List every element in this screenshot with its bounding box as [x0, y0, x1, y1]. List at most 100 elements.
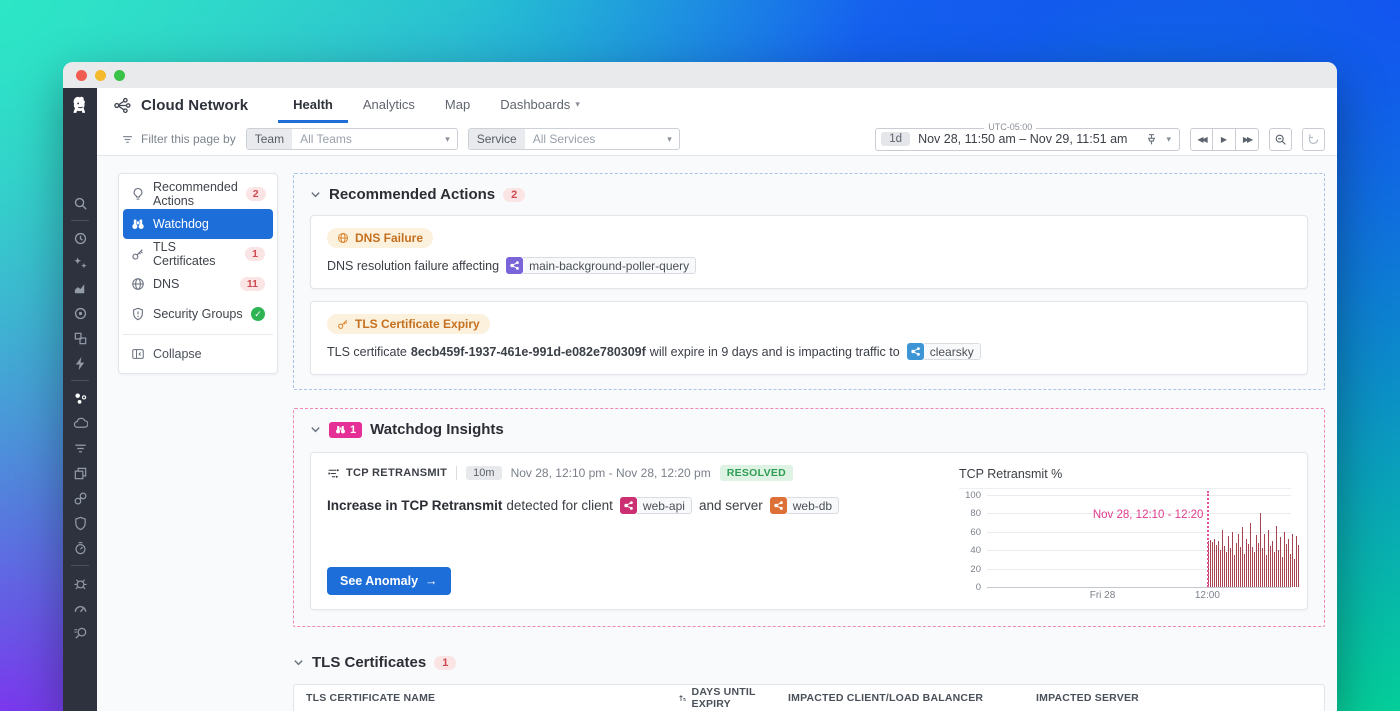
bug-errors-icon[interactable] [72, 575, 88, 591]
nav-item-security-groups[interactable]: Security Groups ✓ [123, 299, 273, 329]
recommended-action-card-tls[interactable]: TLS Certificate Expiry TLS certificate 8… [310, 301, 1308, 375]
tls-certificates-table: TLS CERTIFICATE NAME DAYS UNTIL EXPIRY I… [293, 684, 1325, 711]
nav-item-label: Security Groups [153, 307, 243, 321]
divider [456, 466, 457, 480]
network-icon[interactable] [72, 390, 88, 406]
search-icon[interactable] [72, 195, 88, 211]
service-chip[interactable]: main-background-poller-query [506, 257, 696, 274]
bar [1270, 546, 1271, 587]
bar [1260, 513, 1261, 587]
sections-column: Recommended Actions 2 DNS Failure DNS re… [293, 173, 1325, 711]
cloud-icon[interactable] [72, 415, 88, 431]
bar [1288, 539, 1289, 587]
metrics-icon[interactable] [72, 280, 88, 296]
arrow-right-icon: → [425, 574, 438, 588]
chart-plot-wrap: 020406080100 Nov 28, 12:10 - 12:20 [959, 495, 1291, 587]
tcp-retransmit-chart[interactable]: TCP Retransmit % 020406080100 Nov 28, 12… [959, 465, 1291, 595]
bar [1258, 543, 1259, 587]
chevron-down-icon[interactable] [310, 424, 321, 435]
y-tick-label: 80 [970, 508, 981, 519]
sparkles-icon[interactable] [72, 255, 88, 271]
zoom-out-button[interactable] [1269, 128, 1292, 151]
column-header-client-lb[interactable]: IMPACTED CLIENT/LOAD BALANCER [776, 692, 1024, 704]
global-sidebar [63, 88, 97, 711]
rail-divider [71, 220, 89, 221]
server-service-chip[interactable]: web-db [770, 497, 839, 514]
status-ok-icon: ✓ [251, 307, 265, 321]
column-header-expiry[interactable]: DAYS UNTIL EXPIRY [666, 686, 776, 710]
chart-bars [1208, 495, 1288, 587]
nav-item-tls-certificates[interactable]: TLS Certificates 1 [123, 239, 273, 269]
time-shift-controls: ◀◀ ▶ ▶▶ [1190, 128, 1259, 151]
datadog-logo-icon[interactable] [69, 95, 91, 117]
globe-icon [337, 232, 349, 244]
section-header[interactable]: Recommended Actions 2 [310, 186, 1308, 203]
count-badge: 1 [245, 247, 265, 261]
apm-icon[interactable] [72, 305, 88, 321]
time-range-picker[interactable]: UTC-05:00 1d Nov 28, 11:50 am – Nov 29, … [875, 128, 1180, 151]
maximize-window-button[interactable] [114, 70, 125, 81]
performance-gauge-icon[interactable] [72, 600, 88, 616]
bar [1254, 552, 1255, 587]
history-icon[interactable] [72, 230, 88, 246]
service-chip-label: clearsky [924, 343, 981, 360]
y-tick-label: 20 [970, 564, 981, 575]
client-service-chip[interactable]: web-api [620, 497, 692, 514]
column-header-name[interactable]: TLS CERTIFICATE NAME [294, 692, 666, 704]
collapse-nav-button[interactable]: Collapse [123, 339, 273, 369]
watchdog-insight-card[interactable]: TCP RETRANSMIT 10m Nov 28, 12:10 pm - No… [310, 452, 1308, 610]
connections-icon[interactable] [72, 490, 88, 506]
service-chip-label: web-api [637, 497, 692, 514]
chevron-down-icon: ▾ [445, 134, 450, 145]
service-chip[interactable]: clearsky [907, 343, 981, 360]
bar [1272, 541, 1273, 587]
pin-icon[interactable] [1145, 133, 1158, 146]
tab-dashboards[interactable]: Dashboards▾ [485, 88, 595, 123]
section-header[interactable]: 1 Watchdog Insights [310, 421, 1308, 438]
nav-item-watchdog[interactable]: Watchdog [123, 209, 273, 239]
bar [1218, 541, 1219, 587]
time-forward-button[interactable]: ▶▶ [1236, 128, 1259, 151]
see-anomaly-button[interactable]: See Anomaly → [327, 567, 451, 595]
processes-icon[interactable] [72, 465, 88, 481]
bar [1248, 544, 1249, 587]
log-pipelines-icon[interactable] [72, 440, 88, 456]
chevron-down-icon[interactable]: ▾ [1166, 134, 1171, 145]
rail-divider [71, 380, 89, 381]
top-navigation: Cloud Network Health Analytics Map Dashb… [97, 88, 1337, 123]
column-header-server[interactable]: IMPACTED SERVER [1024, 692, 1288, 704]
tab-health[interactable]: Health [278, 88, 348, 123]
nav-item-dns[interactable]: DNS 11 [123, 269, 273, 299]
bar [1240, 547, 1241, 587]
bar [1268, 530, 1269, 587]
close-window-button[interactable] [76, 70, 87, 81]
tab-analytics[interactable]: Analytics [348, 88, 430, 123]
bar [1290, 554, 1291, 587]
profiling-icon[interactable] [72, 625, 88, 641]
service-filter-select[interactable]: Service All Services ▾ [468, 128, 680, 150]
security-shield-icon[interactable] [72, 515, 88, 531]
time-play-button[interactable]: ▶ [1213, 128, 1236, 151]
time-preset-chip[interactable]: 1d [881, 132, 910, 146]
section-header[interactable]: TLS Certificates 1 [293, 654, 1325, 671]
events-icon[interactable] [72, 355, 88, 371]
nav-item-recommended-actions[interactable]: Recommended Actions 2 [123, 179, 273, 209]
team-filter-select[interactable]: Team All Teams ▾ [246, 128, 458, 150]
card-description: TLS certificate 8ecb459f-1937-461e-991d-… [327, 343, 1291, 360]
tab-map[interactable]: Map [430, 88, 485, 123]
time-backward-button[interactable]: ◀◀ [1190, 128, 1213, 151]
team-filter-label: Team [247, 129, 292, 149]
chevron-down-icon[interactable] [293, 657, 304, 668]
collapse-panel-icon [131, 347, 145, 361]
synthetics-icon[interactable] [72, 540, 88, 556]
insight-meta-row: TCP RETRANSMIT 10m Nov 28, 12:10 pm - No… [327, 465, 959, 481]
refresh-button[interactable] [1302, 128, 1325, 151]
minimize-window-button[interactable] [95, 70, 106, 81]
nav-collapse-wrap: Collapse [123, 334, 273, 369]
bar [1292, 534, 1293, 587]
chevron-down-icon[interactable] [310, 189, 321, 200]
bar [1232, 532, 1233, 587]
infrastructure-icon[interactable] [72, 330, 88, 346]
retransmit-icon [327, 467, 340, 480]
recommended-action-card-dns[interactable]: DNS Failure DNS resolution failure affec… [310, 215, 1308, 289]
